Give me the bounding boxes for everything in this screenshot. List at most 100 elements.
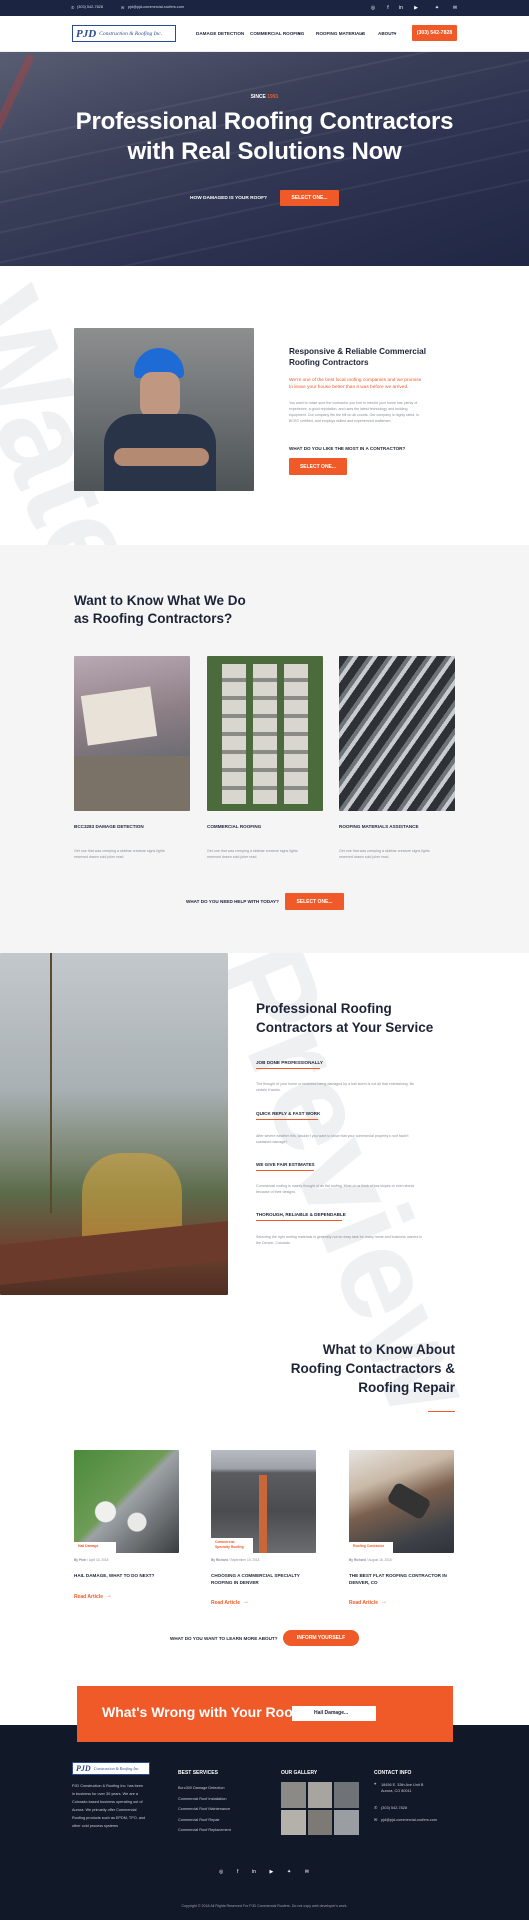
gallery-thumb[interactable] bbox=[334, 1809, 359, 1835]
facebook-icon[interactable]: f bbox=[385, 5, 391, 11]
nav-item-damage-detection[interactable]: DAMAGE DETECTION bbox=[196, 31, 244, 36]
service-title-commercial[interactable]: COMMERCIAL ROOFING bbox=[207, 824, 261, 829]
twitter-icon[interactable]: ✦ bbox=[287, 1869, 291, 1877]
footer-gallery-title: OUR GALLERY bbox=[281, 1770, 318, 1776]
blog-post-title-1[interactable]: HAIL DAMAGE, WHAT TO DO NEXT? bbox=[74, 1572, 154, 1579]
footer-service-link[interactable]: Bcrc300 Damage Detection bbox=[178, 1783, 231, 1794]
linkedin-icon[interactable]: in bbox=[252, 1869, 256, 1877]
services-select-button[interactable]: SELECT ONE... bbox=[285, 893, 344, 910]
mail-icon: ✉ bbox=[374, 1818, 378, 1822]
service-image-damage bbox=[74, 656, 190, 811]
face bbox=[140, 372, 180, 418]
youtube-icon[interactable]: ▶ bbox=[413, 5, 419, 11]
contractor-photo bbox=[74, 328, 254, 491]
about-question: WHAT DO YOU LIKE THE MOST IN A CONTRACTO… bbox=[289, 446, 406, 451]
gallery-thumb[interactable] bbox=[307, 1809, 333, 1835]
nav-item-roofing-materials[interactable]: ROOFING MATERIALS bbox=[316, 31, 365, 36]
twitter-icon[interactable]: ✦ bbox=[434, 5, 440, 11]
blog-read-link-3[interactable]: Read Article bbox=[349, 1600, 378, 1606]
chevron-down-icon: ▾ bbox=[361, 31, 364, 36]
youtube-icon[interactable]: ▶ bbox=[270, 1869, 274, 1877]
feature-text-1: The thought of your home or business bei… bbox=[256, 1082, 415, 1092]
footer-email[interactable]: pjd@pjd-commercial-roofers.com bbox=[381, 1816, 437, 1824]
footer-service-link[interactable]: Commercial Roof Installation bbox=[178, 1794, 231, 1805]
blog-title-divider bbox=[428, 1411, 455, 1412]
main-header: PJD Construction & Roofing Inc. DAMAGE D… bbox=[0, 16, 529, 52]
blog-image-nailgun bbox=[349, 1450, 454, 1553]
service-text-commercial: Get one that was creeping a sidebar crea… bbox=[207, 849, 298, 859]
blog-date-3: August 18, 2018 bbox=[368, 1558, 392, 1562]
footer-logo[interactable]: PJD Construction & Roofing Inc. bbox=[72, 1762, 150, 1775]
logo[interactable]: PJD Construction & Roofing Inc. bbox=[72, 25, 176, 42]
services-question: WHAT DO YOU NEED HELP WITH TODAY? bbox=[186, 899, 279, 904]
roof-seam bbox=[259, 1475, 267, 1553]
feature-text-2: After severe weather hits, wouldn't you … bbox=[256, 1134, 409, 1144]
blog-post-title-2[interactable]: CHOOSING A COMMERCIAL SPECIALTY ROOFING I… bbox=[211, 1572, 300, 1586]
blog-read-link-1[interactable]: Read Article bbox=[74, 1594, 103, 1600]
instagram-icon[interactable]: ◎ bbox=[370, 5, 376, 11]
nail-gun bbox=[386, 1481, 432, 1521]
footer-contact-title: CONTACT INFO bbox=[374, 1770, 412, 1776]
arrow-right-icon: → bbox=[243, 1599, 249, 1605]
nav-item-about[interactable]: ABOUT bbox=[378, 31, 394, 36]
instagram-icon[interactable]: ◎ bbox=[219, 1869, 223, 1877]
service-title-materials[interactable]: ROOFING MATERIALS ASSISTANCE bbox=[339, 824, 419, 829]
rooftops bbox=[222, 664, 246, 804]
hero-since-year: 1991 bbox=[267, 94, 279, 100]
service-text-materials: Get one that was creeping a sidebar crea… bbox=[339, 849, 430, 859]
phone-icon: ✆ bbox=[374, 1806, 378, 1810]
blog-image-hail bbox=[74, 1450, 179, 1553]
feature-title-4: THOROUGH, RELIABLE & DEPENDABLE bbox=[256, 1212, 346, 1217]
hero-title: Professional Roofing Contractors with Re… bbox=[75, 108, 454, 165]
gallery-thumb[interactable] bbox=[281, 1809, 306, 1835]
nav-item-commercial-roofing[interactable]: COMMERCIAL ROOFING bbox=[250, 31, 304, 36]
cta-damage-select[interactable]: Hail Damage... bbox=[292, 1706, 376, 1721]
footer-social: ◎ f in ▶ ✦ ✉ bbox=[219, 1869, 309, 1877]
about-select-button[interactable]: SELECT ONE... bbox=[289, 458, 347, 475]
cta-banner-title: What's Wrong with Your Roof? bbox=[102, 1704, 306, 1720]
feature-title-3: WE GIVE FAIR ESTIMATES bbox=[256, 1162, 315, 1167]
feature-title-1: JOB DONE PROFESSIONALLY bbox=[256, 1060, 323, 1065]
blog-tag-1[interactable]: Hail Damage bbox=[74, 1542, 116, 1554]
hero-select-button[interactable]: SELECT ONE... bbox=[280, 190, 339, 206]
workers-photo bbox=[0, 953, 228, 1295]
facebook-icon[interactable]: f bbox=[237, 1869, 238, 1877]
feature-title-2: QUICK REPLY & FAST WORK bbox=[256, 1111, 321, 1116]
footer-service-link[interactable]: Commercial Roof Maintenance bbox=[178, 1804, 231, 1815]
footer-copyright: Copyright © 2018 All Rights Reserved For… bbox=[181, 1904, 348, 1908]
blog-tag-2[interactable]: Commercial Specialty Roofing bbox=[211, 1538, 253, 1554]
footer-gallery bbox=[281, 1782, 359, 1835]
footer-services-list: Bcrc300 Damage Detection Commercial Roof… bbox=[178, 1783, 231, 1836]
email-icon[interactable]: ✉ bbox=[305, 1869, 309, 1877]
mail-icon: ✉ bbox=[121, 6, 125, 10]
topbar-email[interactable]: pjd@pjd-commercial-roofers.com bbox=[128, 5, 184, 9]
arrow-right-icon: → bbox=[381, 1599, 387, 1605]
blog-read-link-2[interactable]: Read Article bbox=[211, 1600, 240, 1606]
footer-service-link[interactable]: Commercial Roof Replacement bbox=[178, 1825, 231, 1836]
service-image-commercial bbox=[207, 656, 323, 811]
inform-yourself-button[interactable]: INFORM YOURSELF bbox=[283, 1630, 359, 1646]
topbar-phone[interactable]: (303) 542-7828 bbox=[77, 5, 103, 9]
feature-divider bbox=[256, 1119, 318, 1120]
footer-service-link[interactable]: Commercial Roof Repair bbox=[178, 1815, 231, 1826]
linkedin-icon[interactable]: in bbox=[398, 5, 404, 11]
gallery-thumb[interactable] bbox=[334, 1782, 359, 1808]
service-image-materials bbox=[339, 656, 455, 811]
chevron-down-icon: ▾ bbox=[298, 31, 301, 36]
email-icon[interactable]: ✉ bbox=[452, 5, 458, 11]
gallery-thumb[interactable] bbox=[307, 1782, 333, 1808]
hero-question: HOW DAMAGED IS YOUR ROOF? bbox=[190, 196, 267, 201]
blog-tag-3[interactable]: Roofing Contractor bbox=[349, 1542, 393, 1554]
footer-services-title: BEST SERVICES bbox=[178, 1770, 218, 1776]
gallery-thumb[interactable] bbox=[281, 1782, 306, 1808]
blog-author-3: By Richard bbox=[349, 1558, 366, 1562]
service-title-damage[interactable]: BCC3283 DAMAGE DETECTION bbox=[74, 824, 144, 829]
header-phone-button[interactable]: (303) 542-7828 bbox=[412, 25, 457, 41]
blog-post-title-3[interactable]: THE BEST FLAT ROOFING CONTRACTOR IN DENVE… bbox=[349, 1572, 447, 1586]
footer-phone[interactable]: (303) 542-7828 bbox=[381, 1804, 407, 1812]
service-text-damage: Get one that was creeping a sidebar crea… bbox=[74, 849, 165, 859]
crane-rope bbox=[50, 953, 52, 1213]
hero-section: SINCE 1991 Professional Roofing Contract… bbox=[0, 52, 529, 266]
hero-since-label: SINCE bbox=[250, 94, 266, 100]
chevron-down-icon: ▾ bbox=[394, 31, 397, 36]
